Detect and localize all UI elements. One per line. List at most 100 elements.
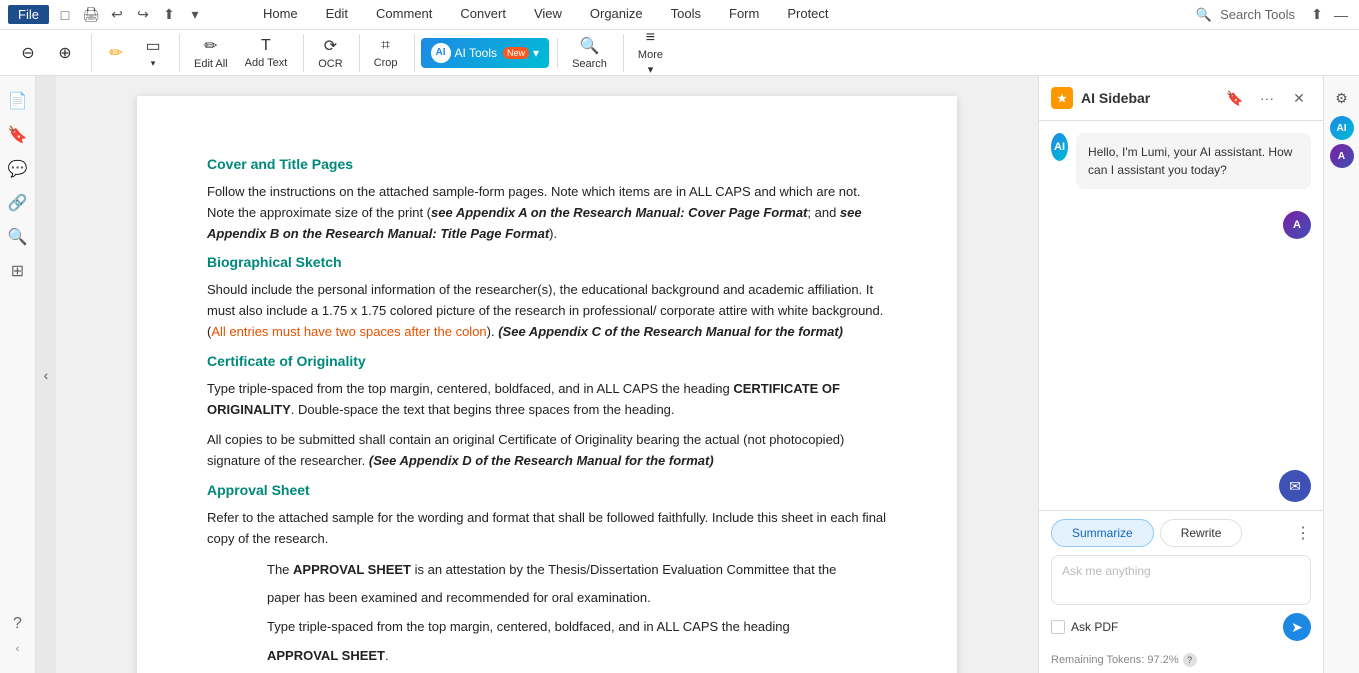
save-icon[interactable]: □: [55, 5, 75, 25]
zoom-group: ⊖ ⊕: [10, 34, 92, 72]
zoom-out-icon: ⊖: [21, 43, 34, 63]
far-right-ai-icon[interactable]: AI: [1330, 116, 1354, 140]
tab-form[interactable]: Form: [715, 2, 773, 27]
crop-btn[interactable]: ⌗ Crop: [366, 34, 406, 72]
more-group: ≡ More ▾: [630, 34, 679, 72]
highlight-btn[interactable]: ✏: [98, 34, 134, 72]
user-avatar: A: [1283, 211, 1311, 239]
search-btn[interactable]: 🔍 Search: [564, 34, 615, 72]
tab-home[interactable]: Home: [249, 2, 312, 27]
ai-chat-area[interactable]: AI Hello, I'm Lumi, your AI assistant. H…: [1039, 121, 1323, 510]
nav-tabs: Home Edit Comment Convert View Organize …: [249, 2, 843, 27]
rewrite-btn[interactable]: Rewrite: [1160, 519, 1243, 547]
left-sidebar: 📄 🔖 💬 🔗 🔍 ⊞ ? ‹: [0, 76, 36, 673]
ai-group: AI AI Tools New ▾: [421, 38, 559, 68]
cert-bold1: CERTIFICATE OF ORIGINALITY: [207, 381, 840, 417]
ai-message-row: AI Hello, I'm Lumi, your AI assistant. H…: [1051, 133, 1311, 201]
section-cert-title: Certificate of Originality: [207, 353, 887, 369]
approval-bold1: APPROVAL SHEET: [293, 562, 411, 577]
section-bio-para1: Should include the personal information …: [207, 280, 887, 342]
sidebar-icon-bookmark[interactable]: 🔖: [3, 120, 33, 150]
section-approval: Approval Sheet Refer to the attached sam…: [207, 482, 887, 673]
tab-edit[interactable]: Edit: [312, 2, 362, 27]
tab-tools[interactable]: Tools: [657, 2, 715, 27]
remaining-tokens-text: Remaining Tokens: 97.2%: [1051, 654, 1179, 666]
redo-icon[interactable]: ↪: [133, 5, 153, 25]
more-label: More: [638, 49, 663, 61]
chat-input[interactable]: Ask me anything: [1051, 555, 1311, 605]
lumi-avatar: AI: [1051, 133, 1068, 161]
sidebar-icon-page[interactable]: 📄: [3, 86, 33, 116]
print-icon[interactable]: 🖨: [81, 5, 101, 25]
window-controls: ⬆ —: [1307, 5, 1351, 25]
zoom-in-btn[interactable]: ⊕: [47, 34, 83, 72]
sidebar-icon-comment[interactable]: 💬: [3, 154, 33, 184]
section-approval-para1: Refer to the attached sample for the wor…: [207, 508, 887, 550]
sidebar-icon-help[interactable]: ?: [3, 609, 33, 639]
ai-tools-btn[interactable]: AI AI Tools New ▾: [421, 38, 550, 68]
document-page: Cover and Title Pages Follow the instruc…: [137, 96, 957, 673]
tab-view[interactable]: View: [520, 2, 576, 27]
document-area[interactable]: Cover and Title Pages Follow the instruc…: [56, 76, 1038, 673]
search-icon: 🔍: [580, 36, 600, 56]
cover-italic1: see Appendix A on the Research Manual: C…: [431, 205, 807, 220]
ai-icon: AI: [431, 43, 451, 63]
action-more-dots[interactable]: ⋮: [1295, 523, 1311, 543]
tab-organize[interactable]: Organize: [576, 2, 657, 27]
ai-sidebar-header: ★ AI Sidebar 🔖 ··· ✕: [1039, 76, 1323, 121]
ocr-btn[interactable]: ⟳ OCR: [310, 34, 350, 72]
new-badge: New: [503, 47, 529, 59]
tab-protect[interactable]: Protect: [773, 2, 842, 27]
section-approval-indented3: Type triple-spaced from the top margin, …: [267, 617, 887, 638]
minimize-btn[interactable]: —: [1331, 5, 1351, 25]
ai-dropdown-icon: ▾: [533, 46, 539, 60]
rectangle-icon: ▭: [145, 36, 160, 56]
floating-action-btn[interactable]: ✉: [1279, 470, 1311, 502]
tab-comment[interactable]: Comment: [362, 2, 446, 27]
ai-sidebar-title: AI Sidebar: [1081, 90, 1215, 106]
zoom-out-btn[interactable]: ⊖: [10, 34, 46, 72]
highlight-icon: ✏: [109, 43, 122, 63]
title-bar-left: File □ 🖨 ↩ ↪ ⬆ ▾: [8, 5, 205, 25]
more-header-icon[interactable]: ···: [1255, 86, 1279, 110]
edit-all-icon: ✏: [204, 36, 217, 56]
close-icon[interactable]: ✕: [1287, 86, 1311, 110]
ai-tools-label: AI Tools: [455, 46, 497, 60]
undo-icon[interactable]: ↩: [107, 5, 127, 25]
sidebar-icon-link[interactable]: 🔗: [3, 188, 33, 218]
section-bio-title: Biographical Sketch: [207, 254, 887, 270]
rectangle-dropdown: ▾: [151, 58, 156, 69]
far-right-panel: ⚙ AI A: [1323, 76, 1359, 673]
bio-italic: (See Appendix C of the Research Manual f…: [498, 324, 843, 339]
more-btn[interactable]: ≡ More ▾: [630, 34, 671, 72]
search-tools-area: 🔍 Search Tools: [1196, 7, 1295, 23]
summarize-btn[interactable]: Summarize: [1051, 519, 1154, 547]
send-btn[interactable]: ➤: [1283, 613, 1311, 641]
edit-group: ✏ Edit All T Add Text: [186, 34, 304, 72]
user-avatar-row: A: [1051, 211, 1311, 243]
bio-orange-text: All entries must have two spaces after t…: [211, 324, 486, 339]
rectangle-btn[interactable]: ▭ ▾: [135, 34, 171, 72]
far-right-settings-icon[interactable]: ⚙: [1328, 84, 1356, 112]
sidebar-icon-layers[interactable]: ⊞: [3, 256, 33, 286]
left-nav-arrow[interactable]: ‹: [36, 76, 56, 673]
section-cover-para1: Follow the instructions on the attached …: [207, 182, 887, 244]
sidebar-icon-search[interactable]: 🔍: [3, 222, 33, 252]
ask-pdf-checkbox[interactable]: [1051, 620, 1065, 634]
search-tools-label: Search Tools: [1220, 7, 1295, 22]
ai-sidebar-panel: ★ AI Sidebar 🔖 ··· ✕ AI Hello, I'm Lumi,…: [1038, 76, 1323, 673]
toolbar: ⊖ ⊕ ✏ ▭ ▾ ✏ Edit All T Add Text ⟳ OCR ⌗: [0, 30, 1359, 76]
edit-all-btn[interactable]: ✏ Edit All: [186, 34, 236, 72]
tab-convert[interactable]: Convert: [446, 2, 520, 27]
dropdown-icon[interactable]: ▾: [185, 5, 205, 25]
info-icon[interactable]: ?: [1183, 653, 1197, 667]
share-icon[interactable]: ⬆: [159, 5, 179, 25]
far-right-a-icon[interactable]: A: [1330, 144, 1354, 168]
more-icon: ≡: [646, 29, 655, 47]
add-text-btn[interactable]: T Add Text: [237, 34, 296, 72]
main-area: 📄 🔖 💬 🔗 🔍 ⊞ ? ‹ ‹ Cover and Title Pages …: [0, 76, 1359, 673]
bookmark-header-icon[interactable]: 🔖: [1223, 86, 1247, 110]
ocr-group: ⟳ OCR: [310, 34, 359, 72]
file-menu[interactable]: File: [8, 5, 49, 24]
upload-btn[interactable]: ⬆: [1307, 5, 1327, 25]
